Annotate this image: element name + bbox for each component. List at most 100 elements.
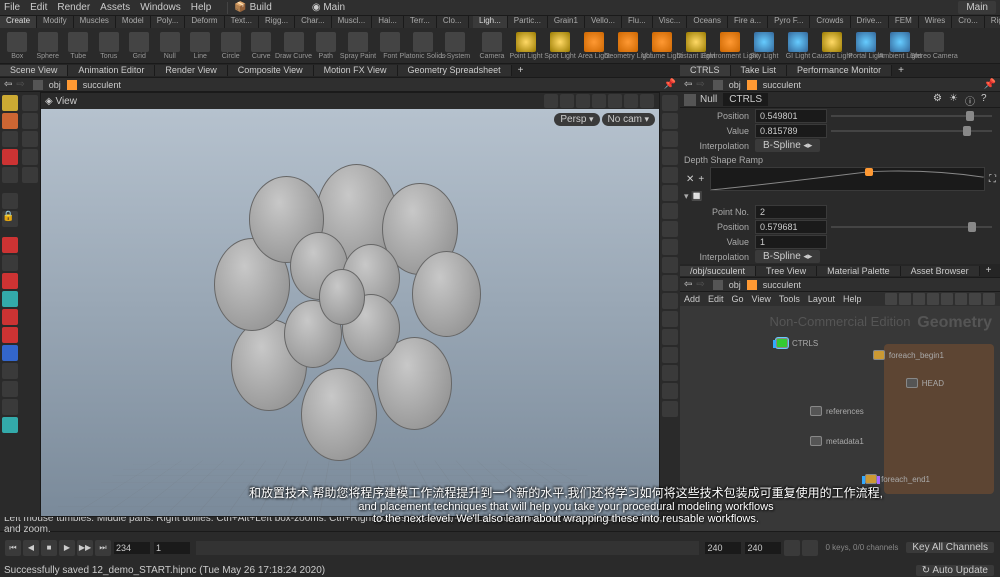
display-icon[interactable] bbox=[662, 113, 678, 129]
pane-tab-scene-view[interactable]: Scene View bbox=[0, 65, 68, 76]
net-menu-help[interactable]: Help bbox=[843, 294, 862, 304]
node-references[interactable]: references bbox=[810, 406, 864, 416]
shelf-tab[interactable]: Rigi... bbox=[985, 16, 1000, 28]
camera-persp-dropdown[interactable]: Persp ▾ bbox=[554, 113, 599, 126]
shelf-tab[interactable]: FEM bbox=[889, 16, 919, 28]
display-icon[interactable] bbox=[662, 311, 678, 327]
node-foreach-end[interactable]: foreach_end1 bbox=[865, 474, 930, 484]
timeline-track[interactable] bbox=[196, 541, 699, 555]
display-icon[interactable] bbox=[662, 149, 678, 165]
path-node[interactable]: succulent bbox=[79, 80, 125, 90]
node-repeat[interactable]: HEAD bbox=[906, 378, 944, 388]
pin-icon[interactable]: 📌 bbox=[984, 79, 996, 90]
display-icon[interactable] bbox=[662, 293, 678, 309]
ramp-add-icon[interactable]: + bbox=[698, 174, 704, 185]
shelf-tool[interactable]: Sky Light bbox=[748, 30, 780, 62]
sun-icon[interactable]: ☀ bbox=[949, 93, 963, 107]
display-icon[interactable] bbox=[662, 203, 678, 219]
shelf-tab[interactable]: Oceans bbox=[687, 16, 728, 28]
shelf-tool[interactable]: Spot Light bbox=[544, 30, 576, 62]
menu-assets[interactable]: Assets bbox=[100, 2, 130, 13]
shelf-tab[interactable]: Fire a... bbox=[728, 16, 768, 28]
info-icon[interactable]: ⓘ bbox=[965, 93, 979, 107]
end-frame-field2[interactable]: 240 bbox=[745, 542, 781, 554]
camera-nocam-dropdown[interactable]: No cam ▾ bbox=[602, 113, 655, 126]
shelf-tab[interactable]: Text... bbox=[225, 16, 259, 28]
geo-icon[interactable] bbox=[67, 80, 77, 90]
end-frame-field[interactable]: 240 bbox=[705, 542, 741, 554]
shelf-tab[interactable]: Terr... bbox=[404, 16, 437, 28]
shelf-tool[interactable]: Spray Paint bbox=[342, 30, 374, 62]
ramp-expand-icon[interactable]: ⛶ bbox=[989, 174, 996, 185]
param-field[interactable]: 2 bbox=[755, 205, 827, 219]
shelf-tab[interactable]: Muscles bbox=[74, 16, 116, 28]
ramp-editor[interactable] bbox=[710, 167, 985, 191]
pane-tab[interactable]: Composite View bbox=[228, 65, 314, 76]
shelf-tab[interactable]: Deform bbox=[185, 16, 224, 28]
snap-icon[interactable] bbox=[22, 149, 38, 165]
param-field[interactable]: 0.549801 bbox=[755, 109, 827, 123]
display-icon[interactable] bbox=[662, 365, 678, 381]
net-tab[interactable]: Tree View bbox=[756, 266, 817, 276]
shelf-tab[interactable]: Drive... bbox=[851, 16, 889, 28]
shelf-tool[interactable]: Environment Light bbox=[714, 30, 746, 62]
shelf-tool[interactable]: Curve bbox=[247, 30, 276, 62]
interp-dropdown[interactable]: B-Spline ◂▸ bbox=[755, 250, 820, 263]
obj-icon[interactable] bbox=[713, 80, 723, 90]
net-menu-view[interactable]: View bbox=[752, 294, 771, 304]
net-menu-layout[interactable]: Layout bbox=[808, 294, 835, 304]
menu-windows[interactable]: Windows bbox=[140, 2, 181, 13]
menu-help[interactable]: Help bbox=[191, 2, 212, 13]
display-icon[interactable] bbox=[662, 329, 678, 345]
shelf-tab[interactable]: Grain1 bbox=[548, 16, 585, 28]
net-menu-tools[interactable]: Tools bbox=[779, 294, 800, 304]
menu-edit[interactable]: Edit bbox=[30, 2, 47, 13]
shelf-tab[interactable]: Modify bbox=[37, 16, 74, 28]
pane-tab[interactable]: Motion FX View bbox=[314, 65, 398, 76]
param-slider[interactable] bbox=[831, 111, 992, 121]
shelf-tool[interactable]: Line bbox=[186, 30, 215, 62]
shelf-tool[interactable]: Camera bbox=[476, 30, 508, 62]
shelf-tool[interactable]: Null bbox=[156, 30, 185, 62]
arrow-icon[interactable] bbox=[2, 95, 18, 111]
tool-icon[interactable] bbox=[2, 381, 18, 397]
tool-icon[interactable] bbox=[2, 363, 18, 379]
snap-icon[interactable] bbox=[22, 131, 38, 147]
shelf-tool[interactable]: Path bbox=[312, 30, 341, 62]
net-tool-icon[interactable] bbox=[969, 293, 981, 305]
shelf-tool[interactable]: Caustic Light bbox=[816, 30, 848, 62]
path-node[interactable]: succulent bbox=[759, 80, 805, 90]
param-field[interactable]: 0.815789 bbox=[755, 124, 827, 138]
add-pane-tab[interactable]: + bbox=[892, 65, 910, 76]
path-obj[interactable]: obj bbox=[725, 280, 745, 290]
network-view[interactable]: Non-Commercial Edition Geometry CTRLS fo… bbox=[680, 306, 1000, 531]
snap-icon[interactable] bbox=[22, 113, 38, 129]
display-icon[interactable] bbox=[662, 95, 678, 111]
shelf-tab[interactable]: Hai... bbox=[372, 16, 404, 28]
shelf-tool[interactable]: Grid bbox=[125, 30, 154, 62]
pane-tab[interactable]: Take List bbox=[731, 65, 788, 76]
param-slider[interactable] bbox=[831, 126, 992, 136]
tool-icon[interactable] bbox=[2, 167, 18, 183]
first-frame-button[interactable]: ⏮ bbox=[5, 540, 21, 556]
shelf-tool[interactable]: Stereo Camera bbox=[918, 30, 950, 62]
display-icon[interactable] bbox=[662, 185, 678, 201]
node-foreach-begin[interactable]: foreach_begin1 bbox=[873, 350, 944, 360]
net-menu-edit[interactable]: Edit bbox=[708, 294, 724, 304]
net-tab[interactable]: /obj/succulent bbox=[680, 266, 756, 276]
shelf-tab[interactable]: Pyro F... bbox=[768, 16, 810, 28]
tool-icon[interactable] bbox=[2, 273, 18, 289]
lock-icon[interactable]: 🔒 bbox=[2, 211, 18, 227]
shelf-tool[interactable]: GI Light bbox=[782, 30, 814, 62]
node-ctrls[interactable]: CTRLS bbox=[776, 338, 818, 348]
tool-icon[interactable] bbox=[2, 149, 18, 165]
tool-icon[interactable] bbox=[2, 237, 18, 253]
shelf-tab[interactable]: Poly... bbox=[151, 16, 186, 28]
stop-button[interactable]: ■ bbox=[41, 540, 57, 556]
shelf-tool[interactable]: Torus bbox=[95, 30, 124, 62]
shelf-tool[interactable]: Sphere bbox=[34, 30, 63, 62]
tool-icon[interactable] bbox=[2, 131, 18, 147]
net-tool-icon[interactable] bbox=[927, 293, 939, 305]
update-mode-dropdown[interactable]: ↻ Auto Update bbox=[916, 565, 994, 576]
vp-mode-icon[interactable] bbox=[640, 94, 654, 108]
